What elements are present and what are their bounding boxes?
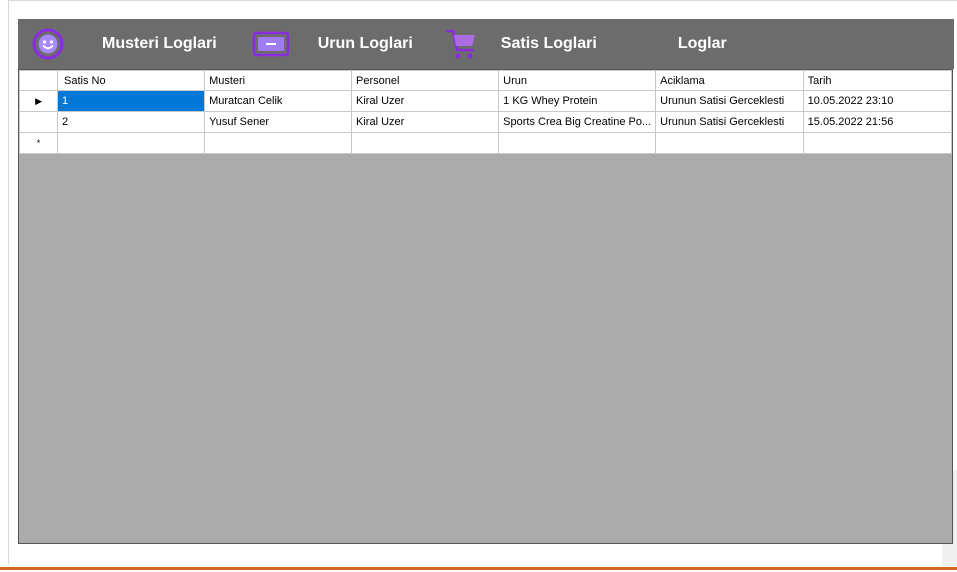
column-header[interactable]: Personel (351, 70, 500, 91)
row-header-corner (19, 70, 59, 91)
nav-urun-label: Urun Loglari (317, 35, 413, 52)
grid-cell[interactable]: Kiral Uzer (351, 90, 500, 112)
grid-cell[interactable]: Urunun Satisi Gerceklesti (655, 90, 804, 112)
grid-cell[interactable]: Muratcan Celik (204, 90, 353, 112)
grid-cell[interactable] (351, 132, 500, 154)
grid-cell[interactable] (802, 132, 952, 154)
grid-cell[interactable] (204, 132, 353, 154)
column-header[interactable]: Musteri (204, 70, 353, 91)
grid-cell[interactable]: 15.05.2022 21:56 (802, 111, 952, 133)
table-row[interactable]: 2 Yusuf Sener Kiral Uzer Sports Crea Big… (19, 111, 952, 133)
product-box-icon (251, 29, 291, 59)
grid-cell[interactable]: 1 KG Whey Protein (498, 90, 657, 112)
grid-table: Satis No Musteri Personel Urun Aciklama … (19, 70, 952, 154)
nav-loglar[interactable]: Loglar (678, 19, 727, 69)
new-row-indicator[interactable]: * (19, 132, 59, 154)
bottom-accent-line (0, 567, 957, 570)
grid-cell[interactable] (655, 132, 804, 154)
nav-satis-loglari[interactable]: Satis Loglari (442, 19, 597, 69)
grid-header-row: Satis No Musteri Personel Urun Aciklama … (19, 70, 952, 91)
grid-cell[interactable]: Yusuf Sener (204, 111, 353, 133)
grid-cell[interactable]: Sports Crea Big Creatine Po... (498, 111, 657, 133)
shopping-cart-icon (442, 26, 480, 62)
navigation-toolbar: Musteri Loglari Urun Loglari Satis Logla… (18, 19, 954, 69)
sales-log-grid[interactable]: Satis No Musteri Personel Urun Aciklama … (18, 69, 953, 544)
row-indicator[interactable] (19, 111, 59, 133)
grid-cell[interactable]: Kiral Uzer (351, 111, 500, 133)
grid-cell[interactable]: 2 (57, 111, 206, 133)
nav-loglar-label: Loglar (677, 35, 727, 52)
column-header[interactable]: Satis No (57, 70, 206, 91)
grid-cell[interactable]: 1 (57, 90, 206, 112)
nav-musteri-loglari[interactable]: Musteri Loglari (30, 19, 217, 69)
table-row[interactable]: ▶ 1 Muratcan Celik Kiral Uzer 1 KG Whey … (19, 90, 952, 112)
row-indicator[interactable]: ▶ (19, 90, 59, 112)
nav-musteri-label: Musteri Loglari (102, 35, 217, 52)
grid-cell[interactable] (498, 132, 657, 154)
new-row[interactable]: * (19, 132, 952, 154)
column-header[interactable]: Aciklama (655, 70, 804, 91)
grid-cell[interactable]: Urunun Satisi Gerceklesti (655, 111, 804, 133)
nav-satis-label: Satis Loglari (500, 35, 597, 52)
column-header[interactable]: Urun (498, 70, 657, 91)
smiley-face-icon (30, 27, 66, 61)
nav-urun-loglari[interactable]: Urun Loglari (251, 19, 413, 69)
column-header[interactable]: Tarih (802, 70, 952, 91)
grid-cell[interactable] (57, 132, 206, 154)
grid-cell[interactable]: 10.05.2022 23:10 (802, 90, 952, 112)
